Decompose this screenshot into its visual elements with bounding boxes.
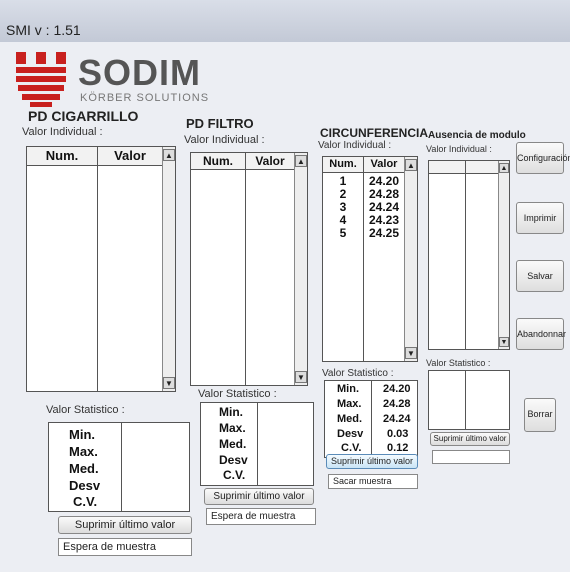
column-divider bbox=[97, 147, 98, 391]
stat-min-value: 24.20 bbox=[383, 383, 411, 395]
config-button[interactable]: Configuración bbox=[516, 142, 570, 174]
save-button[interactable]: Salvar bbox=[516, 260, 564, 292]
cigarrillo-status: Espera de muestra bbox=[58, 538, 192, 556]
scroll-up-icon[interactable]: ▲ bbox=[295, 155, 307, 167]
cigarrillo-delete-last-button[interactable]: Suprimir último valor bbox=[58, 516, 192, 534]
ausencia-title: Ausencia de modulo bbox=[428, 130, 526, 141]
cigarrillo-stat-box: Min. Max. Med. Desv C.V. bbox=[48, 422, 190, 512]
table-header: Num. Valor bbox=[27, 147, 175, 166]
ausencia-stat-title: Valor Statistico : bbox=[426, 358, 491, 368]
scroll-up-icon[interactable]: ▲ bbox=[163, 149, 175, 161]
ausencia-subtitle: Valor Individual : bbox=[426, 144, 492, 154]
row-num: 1 bbox=[339, 174, 347, 188]
stat-max-label: Max. bbox=[219, 421, 246, 435]
window-titlebar: SMI v : 1.51 bbox=[0, 0, 570, 43]
col-num-header: Num. bbox=[203, 154, 233, 168]
col-valor-header: Valor bbox=[255, 154, 285, 168]
column-divider bbox=[257, 403, 258, 485]
circunferencia-title: CIRCUNFERENCIA bbox=[320, 126, 428, 140]
sodim-logo-icon bbox=[16, 52, 66, 107]
col-valor-header: Valor bbox=[370, 158, 398, 170]
col-num-header: Num. bbox=[329, 158, 357, 170]
table-header: Num. Valor bbox=[323, 157, 417, 173]
column-divider bbox=[465, 371, 466, 429]
ausencia-delete-last-button[interactable]: Suprimir último valor bbox=[430, 432, 510, 446]
scroll-down-icon[interactable]: ▼ bbox=[163, 377, 175, 389]
stat-med-value: 24.24 bbox=[383, 413, 411, 425]
row-num: 3 bbox=[339, 200, 347, 214]
scroll-down-icon[interactable]: ▼ bbox=[295, 371, 307, 383]
column-divider bbox=[371, 381, 372, 457]
ausencia-stat-box bbox=[428, 370, 510, 430]
stat-med-label: Med. bbox=[337, 413, 363, 425]
scrollbar[interactable]: ▲ ▼ bbox=[498, 161, 509, 349]
circunferencia-stat-title: Valor Statistico : bbox=[322, 368, 394, 379]
stat-desv-value: 0.03 bbox=[387, 428, 409, 440]
cigarrillo-subtitle: Valor Individual : bbox=[22, 126, 103, 138]
circunferencia-delete-last-button[interactable]: Suprimir último valor bbox=[326, 454, 418, 469]
stat-cv-label: C.V. bbox=[73, 494, 98, 509]
filtro-stat-box: Min. Max. Med. Desv C.V. bbox=[200, 402, 314, 486]
print-button[interactable]: Imprimir bbox=[516, 202, 564, 234]
scroll-down-icon[interactable]: ▼ bbox=[405, 347, 417, 359]
stat-cv-label: C.V. bbox=[341, 442, 362, 454]
filtro-table[interactable]: Num. Valor ▲ ▼ bbox=[190, 152, 308, 386]
stat-med-label: Med. bbox=[69, 461, 99, 476]
column-divider bbox=[245, 153, 246, 385]
cigarrillo-stat-title: Valor Statistico : bbox=[46, 404, 125, 416]
stat-desv-label: Desv bbox=[337, 428, 364, 440]
row-num: 2 bbox=[339, 187, 347, 201]
stat-desv-label: Desv bbox=[69, 478, 101, 493]
cigarrillo-table[interactable]: Num. Valor ▲ ▼ bbox=[26, 146, 176, 392]
row-valor: 24.24 bbox=[368, 200, 400, 214]
filtro-subtitle: Valor Individual : bbox=[184, 134, 265, 146]
ausencia-status bbox=[432, 450, 510, 464]
stat-min-label: Min. bbox=[69, 427, 95, 442]
row-num: 5 bbox=[339, 226, 347, 240]
scrollbar[interactable]: ▲ ▼ bbox=[162, 147, 175, 391]
circunferencia-table[interactable]: Num. Valor 1 24.20 2 24.28 3 24.24 4 24.… bbox=[322, 156, 418, 362]
row-num: 4 bbox=[339, 213, 347, 227]
stat-cv-label: C.V. bbox=[223, 468, 246, 482]
row-valor: 24.23 bbox=[368, 213, 400, 227]
column-divider bbox=[121, 423, 122, 511]
circunferencia-stat-box: Min. Max. Med. Desv C.V. 24.20 24.28 24.… bbox=[324, 380, 418, 458]
table-header bbox=[429, 161, 509, 174]
row-valor: 24.20 bbox=[368, 174, 400, 188]
brand-subtitle: KÖRBER SOLUTIONS bbox=[80, 92, 210, 104]
scrollbar[interactable]: ▲ ▼ bbox=[404, 157, 417, 361]
brand-name: SODIM bbox=[78, 52, 202, 93]
stat-min-label: Min. bbox=[219, 405, 243, 419]
main-window: SODIM KÖRBER SOLUTIONS PD CIGARRILLO Val… bbox=[0, 42, 570, 572]
exit-button[interactable]: Abandonnar bbox=[516, 318, 566, 350]
stat-med-label: Med. bbox=[219, 437, 247, 451]
table-header: Num. Valor bbox=[191, 153, 307, 170]
ausencia-table[interactable]: ▲ ▼ bbox=[428, 160, 510, 350]
circunferencia-status: Sacar muestra bbox=[328, 474, 418, 489]
filtro-delete-last-button[interactable]: Suprimir último valor bbox=[204, 488, 314, 505]
circunferencia-subtitle: Valor Individual : bbox=[318, 140, 392, 151]
window-title: SMI v : 1.51 bbox=[6, 22, 81, 38]
col-num-header: Num. bbox=[45, 148, 79, 163]
cigarrillo-title: PD CIGARRILLO bbox=[28, 108, 139, 124]
filtro-title: PD FILTRO bbox=[186, 116, 254, 131]
col-valor-header: Valor bbox=[114, 148, 146, 163]
stat-cv-value: 0.12 bbox=[387, 442, 409, 454]
filtro-stat-title: Valor Statistico : bbox=[198, 388, 277, 400]
stat-desv-label: Desv bbox=[219, 453, 248, 467]
stat-max-value: 24.28 bbox=[383, 398, 411, 410]
scroll-down-icon[interactable]: ▼ bbox=[499, 337, 509, 347]
row-valor: 24.28 bbox=[368, 187, 400, 201]
stat-max-label: Max. bbox=[69, 444, 98, 459]
scrollbar[interactable]: ▲ ▼ bbox=[294, 153, 307, 385]
clear-button[interactable]: Borrar bbox=[524, 398, 556, 432]
filtro-status: Espera de muestra bbox=[206, 508, 316, 525]
scroll-up-icon[interactable]: ▲ bbox=[499, 163, 509, 173]
stat-min-label: Min. bbox=[337, 383, 359, 395]
row-valor: 24.25 bbox=[368, 226, 400, 240]
scroll-up-icon[interactable]: ▲ bbox=[405, 159, 417, 171]
column-divider bbox=[465, 161, 466, 349]
stat-max-label: Max. bbox=[337, 398, 362, 410]
